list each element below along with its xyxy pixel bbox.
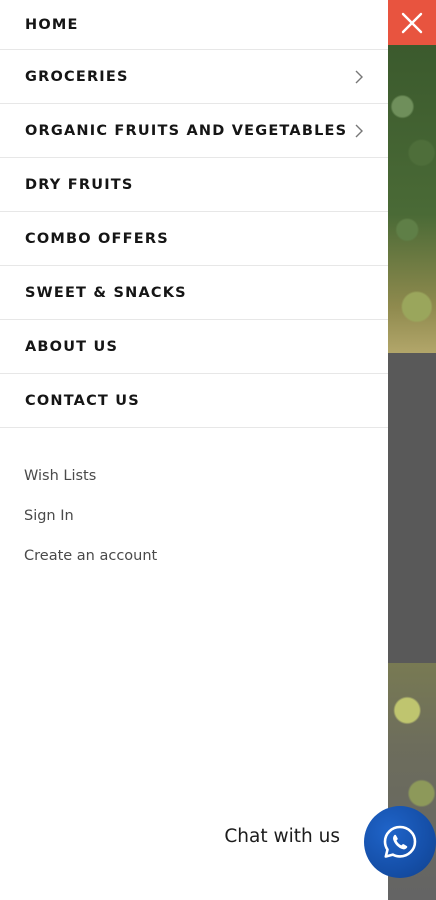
menu-item-contact-us[interactable]: CONTACT US [0, 374, 388, 428]
background-image [388, 45, 436, 353]
menu-item-label: GROCERIES [25, 68, 129, 85]
menu-item-label: SWEET & SNACKS [25, 284, 187, 301]
close-menu-button[interactable] [388, 0, 436, 45]
wish-lists-link[interactable]: Wish Lists [24, 456, 388, 496]
chevron-right-icon[interactable] [354, 70, 364, 84]
menu-item-combo-offers[interactable]: COMBO OFFERS [0, 212, 388, 266]
menu-item-organic-fruits-and-vegetables[interactable]: ORGANIC FRUITS AND VEGETABLES [0, 104, 388, 158]
close-icon [401, 12, 423, 33]
menu-item-label: DRY FRUITS [25, 176, 134, 193]
menu-item-sweet-and-snacks[interactable]: SWEET & SNACKS [0, 266, 388, 320]
menu-item-label: COMBO OFFERS [25, 230, 169, 247]
chat-with-us-label[interactable]: Chat with us [224, 826, 340, 847]
background-overlay [388, 353, 436, 663]
account-links: Wish Lists Sign In Create an account [0, 428, 388, 576]
menu-item-label: ABOUT US [25, 338, 119, 355]
main-menu: HOME GROCERIES ORGANIC FRUITS AND VEGETA… [0, 0, 388, 428]
menu-item-dry-fruits[interactable]: DRY FRUITS [0, 158, 388, 212]
menu-item-label: CONTACT US [25, 392, 140, 409]
page: HOME GROCERIES ORGANIC FRUITS AND VEGETA… [0, 0, 436, 900]
navigation-drawer: HOME GROCERIES ORGANIC FRUITS AND VEGETA… [0, 0, 388, 900]
menu-item-label: HOME [25, 16, 79, 33]
menu-item-home[interactable]: HOME [0, 0, 388, 50]
whatsapp-icon [383, 825, 417, 858]
menu-item-label: ORGANIC FRUITS AND VEGETABLES [25, 122, 348, 139]
whatsapp-chat-button[interactable] [364, 806, 436, 878]
create-account-link[interactable]: Create an account [24, 536, 388, 576]
sign-in-link[interactable]: Sign In [24, 496, 388, 536]
chevron-right-icon[interactable] [354, 124, 364, 138]
menu-item-about-us[interactable]: ABOUT US [0, 320, 388, 374]
menu-item-groceries[interactable]: GROCERIES [0, 50, 388, 104]
